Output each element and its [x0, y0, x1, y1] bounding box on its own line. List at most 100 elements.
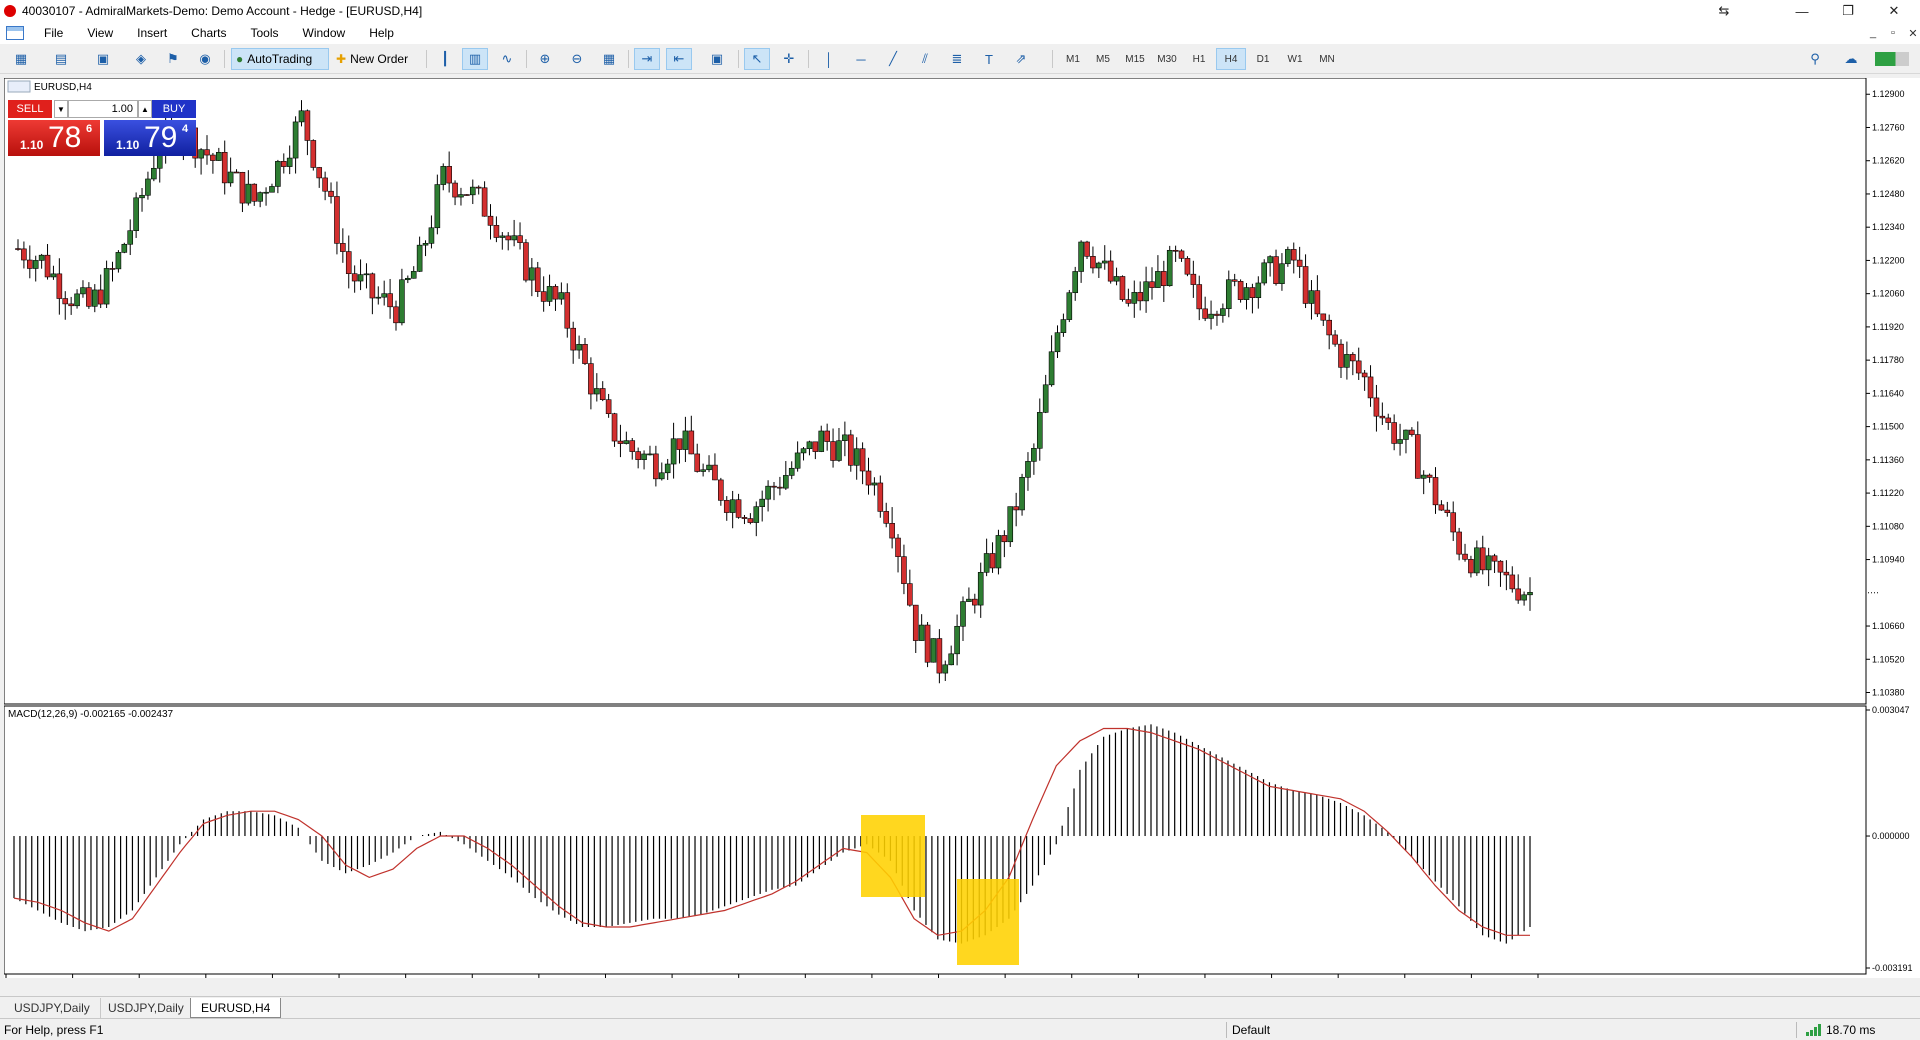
fibonacci-icon[interactable]: ≣ [944, 48, 970, 70]
candle-body [263, 191, 269, 194]
indicators-icon[interactable]: ▣ [704, 48, 730, 70]
candle-body [842, 434, 848, 442]
timeframe-m15[interactable]: M15 [1120, 48, 1150, 70]
candle-body [800, 448, 807, 454]
minimize-button[interactable]: — [1780, 0, 1824, 22]
new-chart-icon[interactable]: ▦ [8, 48, 34, 70]
candle-body [56, 273, 63, 299]
zoom-out-icon[interactable]: ⊖ [564, 48, 590, 70]
mdi-close-button[interactable]: ✕ [1902, 22, 1920, 44]
candle-body [1007, 506, 1014, 543]
timeframe-d1[interactable]: D1 [1248, 48, 1278, 70]
autotrading-button[interactable]: ● AutoTrading [231, 48, 329, 70]
vertical-line-icon[interactable]: │ [816, 48, 842, 70]
navigator-icon[interactable]: ⚑ [160, 48, 186, 70]
search-icon[interactable]: ⚲ [1802, 48, 1828, 70]
line-chart-icon[interactable]: ∿ [494, 48, 520, 70]
candle-body [1155, 271, 1161, 288]
timeframe-m30[interactable]: M30 [1152, 48, 1182, 70]
crosshair-icon[interactable]: ✛ [776, 48, 802, 70]
menu-tools[interactable]: Tools [239, 26, 291, 40]
terminal-icon[interactable]: ◉ [192, 48, 218, 70]
menu-insert[interactable]: Insert [125, 26, 179, 40]
menu-window[interactable]: Window [291, 26, 358, 40]
candle-body [80, 287, 86, 295]
lot-size-input[interactable]: 1.00 [68, 100, 138, 118]
candle-body [351, 273, 358, 282]
candle-body [1172, 249, 1179, 252]
chart-window-icon[interactable] [6, 26, 24, 40]
close-button[interactable]: ✕ [1872, 0, 1916, 22]
timeframe-m5[interactable]: M5 [1088, 48, 1118, 70]
candle-body [877, 482, 884, 512]
timeframe-w1[interactable]: W1 [1280, 48, 1310, 70]
mdi-restore-button[interactable]: ▫ [1882, 22, 1904, 44]
candle-body [1385, 417, 1392, 423]
timeframe-mn[interactable]: MN [1312, 48, 1342, 70]
chat-icon[interactable]: ☁ [1838, 48, 1864, 70]
cursor-icon[interactable]: ↖ [744, 48, 770, 70]
profiles-icon[interactable]: ▤ [48, 48, 74, 70]
timeframe-h4[interactable]: H4 [1216, 48, 1246, 70]
auto-scroll-icon[interactable]: ⇥ [634, 48, 660, 70]
buy-price-box[interactable]: 1.10 79 4 [104, 120, 196, 156]
tab-usdjpy-daily-2[interactable]: USDJPY,Daily [98, 998, 195, 1018]
candle-body [1143, 281, 1149, 302]
candle-body [777, 486, 783, 489]
menu-view[interactable]: View [75, 26, 125, 40]
candle-body [292, 121, 299, 159]
horizontal-line-icon[interactable]: ─ [848, 48, 874, 70]
candle-body [1320, 313, 1327, 321]
new-order-label: New Order [350, 52, 409, 66]
lot-decrease-button[interactable]: ▼ [54, 100, 68, 118]
bar-chart-icon[interactable]: ┃ [432, 48, 458, 70]
candle-body [499, 235, 506, 238]
restore-layout-icon[interactable]: ⇆ [1702, 0, 1746, 22]
buy-button[interactable]: BUY [152, 100, 196, 118]
candle-body [363, 273, 370, 276]
autotrading-label: AutoTrading [247, 52, 313, 66]
zoom-in-icon[interactable]: ⊕ [532, 48, 558, 70]
market-watch-icon[interactable]: ▣ [90, 48, 116, 70]
candle-body [416, 244, 423, 272]
timeframe-m1[interactable]: M1 [1058, 48, 1088, 70]
tab-eurusd-h4[interactable]: EURUSD,H4 [190, 998, 282, 1018]
status-profile[interactable]: Default [1232, 1023, 1270, 1037]
toolbar-separator [426, 50, 427, 68]
candle-body [369, 273, 376, 299]
candle-body [658, 472, 665, 480]
menu-file[interactable]: File [32, 26, 75, 40]
candle-body [529, 267, 535, 281]
candle-body [729, 499, 736, 513]
sell-price-box[interactable]: 1.10 78 6 [8, 120, 100, 156]
chart-shift-icon[interactable]: ⇤ [666, 48, 692, 70]
new-order-button[interactable]: ✚ New Order [332, 48, 420, 70]
tile-windows-icon[interactable]: ▦ [596, 48, 622, 70]
sell-button[interactable]: SELL [8, 100, 52, 118]
candle-body [1031, 448, 1037, 462]
candle-body [458, 194, 464, 198]
menu-charts[interactable]: Charts [179, 26, 238, 40]
candle-body [1361, 372, 1368, 378]
macd-indicator-label: MACD(12,26,9) -0.002165 -0.002437 [8, 709, 174, 720]
tab-usdjpy-daily-1[interactable]: USDJPY,Daily [4, 998, 101, 1018]
chart-window[interactable]: 1.12900 1.12760 1.12620 1.12480 1.12340 1.122… [4, 78, 1920, 978]
candle-body [635, 451, 641, 460]
candle-body [1515, 588, 1521, 601]
candlestick-chart-icon[interactable]: ▥ [462, 48, 488, 70]
candle-body [1409, 429, 1415, 435]
mdi-minimize-button[interactable]: _ [1862, 22, 1884, 44]
menu-help[interactable]: Help [357, 26, 406, 40]
candle-body [1096, 262, 1102, 269]
candle-body [1456, 531, 1462, 555]
timeframe-h1[interactable]: H1 [1184, 48, 1214, 70]
arrows-icon[interactable]: ⇗ [1008, 48, 1034, 70]
maximize-button[interactable]: ❐ [1826, 0, 1870, 22]
price-tick-label: 1.12200 [1872, 255, 1905, 265]
text-label-icon[interactable]: T [976, 48, 1002, 70]
lot-increase-button[interactable]: ▲ [138, 100, 152, 118]
candle-body [924, 624, 931, 663]
trendline-icon[interactable]: ╱ [880, 48, 906, 70]
equidistant-channel-icon[interactable]: ⫽ [912, 48, 938, 70]
data-window-icon[interactable]: ◈ [128, 48, 154, 70]
